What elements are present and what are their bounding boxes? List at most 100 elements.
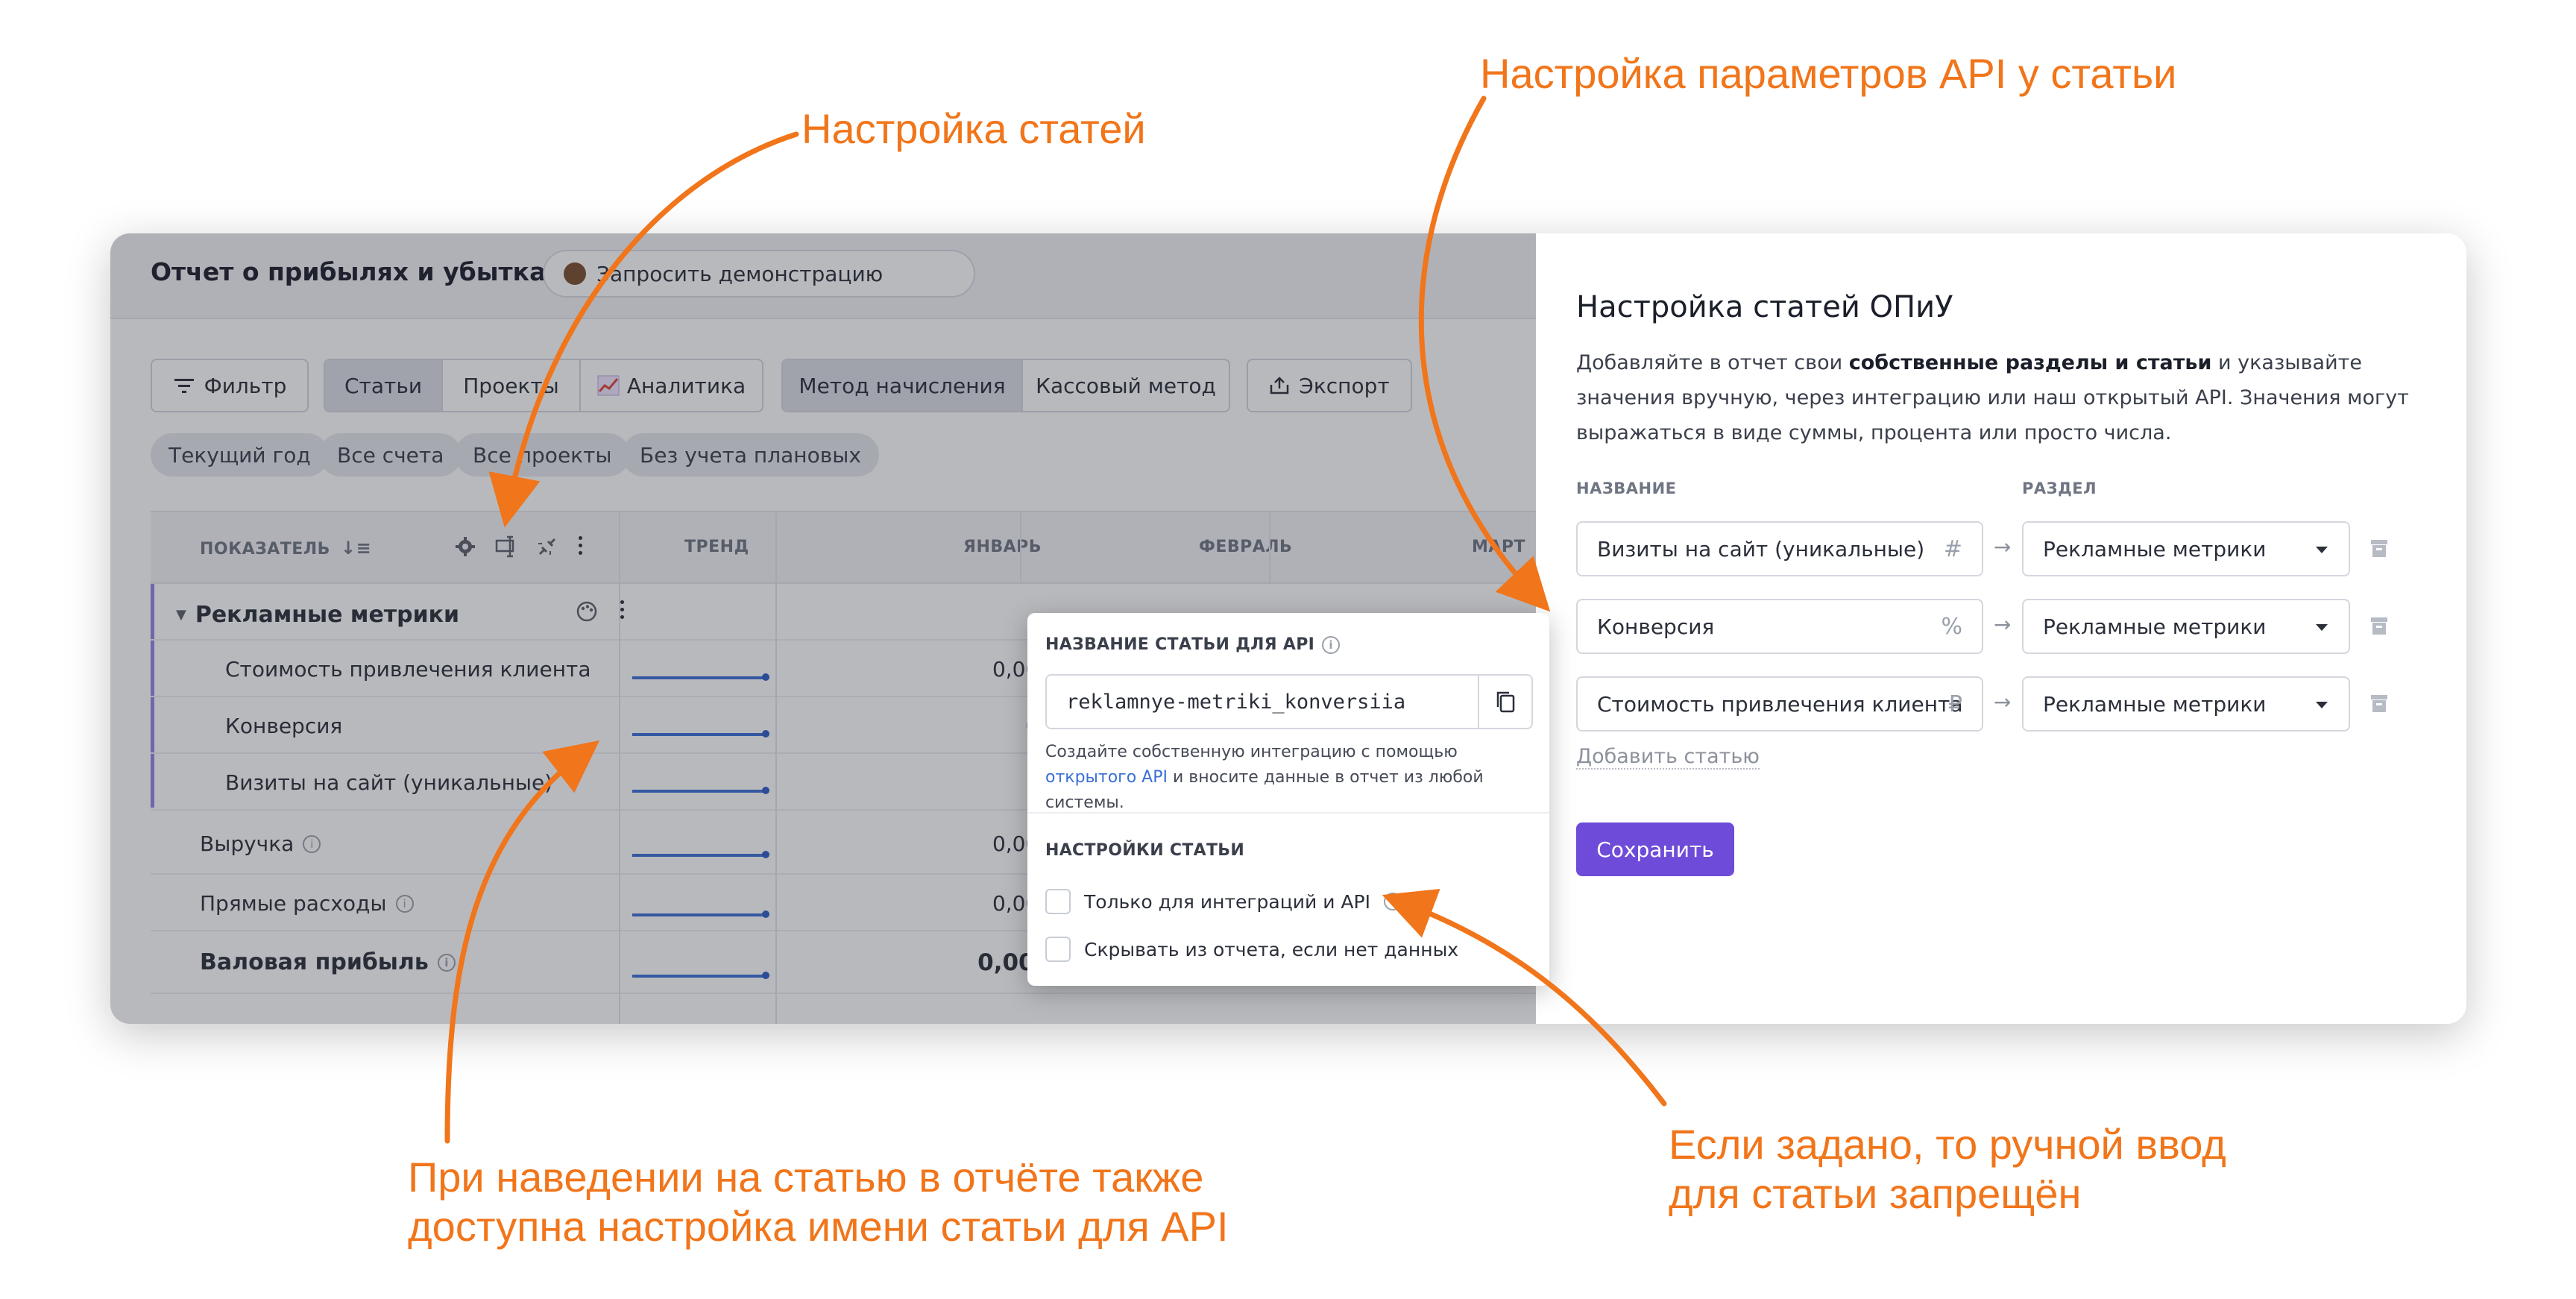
chip-all-accounts[interactable]: Все счета: [319, 433, 462, 476]
col-march: МАРТ: [1472, 538, 1526, 556]
row-label-wrap: Выручка i: [200, 831, 321, 856]
currency-type-icon: ₽: [1947, 691, 1962, 717]
trend-line: [632, 787, 769, 794]
arrow-right-icon: →: [1994, 535, 2012, 559]
item-name-field[interactable]: Визиты на сайт (уникальные) #: [1576, 521, 1983, 576]
arrow-right-icon: →: [1994, 612, 2012, 637]
filter-button[interactable]: Фильтр: [151, 359, 309, 412]
col-section-header: РАЗДЕЛ: [2022, 479, 2097, 497]
method-tabs: Метод начисления Кассовый метод: [781, 359, 1230, 412]
info-icon[interactable]: i: [437, 953, 456, 972]
palette-icon[interactable]: [576, 600, 598, 623]
desc-part-1: Добавляйте в отчет свои: [1576, 351, 1849, 374]
row-label-wrap: Валовая прибыль i: [200, 949, 456, 975]
tab-analytics-label: Аналитика: [626, 373, 746, 398]
row-label: Визиты на сайт (уникальные): [225, 770, 553, 795]
row-label: Стоимость привлечения клиента: [225, 657, 591, 682]
chevron-down-icon: [2316, 702, 2328, 708]
group-label: ▼ Рекламные метрики: [176, 602, 459, 628]
api-name-value: reklamnye-metriki_konversiia: [1066, 690, 1406, 714]
item-name: Визиты на сайт (уникальные): [1597, 536, 1925, 562]
settings-panel: Настройка статей ОПиУ Добавляйте в отчет…: [1514, 233, 2466, 1024]
annotation-hover-line2: доступна настройка имени статьи для API: [408, 1203, 1229, 1250]
row-label: Валовая прибыль: [200, 949, 429, 975]
row-label: Выручка: [200, 831, 295, 856]
api-help-text: Создайте собственную интеграцию с помощь…: [1045, 740, 1537, 816]
option-integrations-only[interactable]: Только для интеграций и API i: [1045, 889, 1402, 914]
checkbox-integrations-only[interactable]: [1045, 889, 1071, 914]
section-select[interactable]: Рекламные метрики: [2022, 676, 2350, 732]
chevron-down-icon: [2316, 624, 2328, 631]
section-value: Рекламные метрики: [2043, 536, 2267, 562]
panel-description: Добавляйте в отчет свои собственные разд…: [1576, 345, 2434, 450]
item-name: Конверсия: [1597, 614, 1715, 639]
tab-cash-method[interactable]: Кассовый метод: [1023, 360, 1229, 411]
tab-analytics[interactable]: Аналитика: [581, 360, 762, 411]
chip-all-projects[interactable]: Все проекты: [455, 433, 630, 476]
col-trend: ТРЕНД: [684, 538, 749, 556]
archive-icon[interactable]: [2369, 538, 2389, 559]
archive-icon[interactable]: [2369, 693, 2389, 714]
help-text-1: Создайте собственную интеграцию с помощь…: [1045, 743, 1458, 761]
group-title: Рекламные метрики: [195, 602, 460, 628]
view-tabs: Статьи Проекты Аналитика: [324, 359, 763, 412]
tab-accrual-method[interactable]: Метод начисления: [783, 360, 1023, 411]
annotation-settings-articles: Настройка статей: [802, 105, 1146, 152]
filter-icon: [174, 379, 194, 393]
table-header: ПОКАЗАТЕЛЬ ↓≡ ТРЕНД ЯНВАРЬ ФЕВРАЛЬ МАРТ: [151, 511, 1536, 584]
col-name-header: НАЗВАНИЕ: [1576, 479, 1677, 497]
col-january: ЯНВАРЬ: [963, 538, 1042, 556]
annotation-hover-line1: При наведении на статью в отчёте также: [408, 1154, 1204, 1201]
chip-without-planned[interactable]: Без учета плановых: [622, 433, 879, 476]
annotation-if-set-line2: для статьи запрещён: [1669, 1170, 2082, 1217]
info-icon[interactable]: i: [1322, 635, 1341, 654]
sort-icon[interactable]: ↓≡: [341, 538, 371, 559]
chevron-down-icon: [2316, 547, 2328, 553]
archive-icon[interactable]: [2369, 615, 2389, 636]
arrow-right-icon: →: [1994, 690, 2012, 714]
request-demo-button[interactable]: Запросить демонстрацию: [543, 250, 975, 298]
unlink-icon[interactable]: [535, 535, 559, 559]
api-name-input[interactable]: reklamnye-metriki_konversiia: [1045, 674, 1533, 729]
option-integrations-only-label: Только для интеграций и API: [1084, 890, 1370, 913]
more-icon[interactable]: [579, 536, 582, 555]
chart-icon: [597, 375, 620, 396]
filter-label: Фильтр: [204, 373, 287, 398]
report-header: Отчет о прибылях и убытках Запросить дем…: [110, 233, 1536, 319]
save-button[interactable]: Сохранить: [1576, 823, 1734, 876]
checkbox-hide-if-empty[interactable]: [1045, 937, 1071, 962]
section-select[interactable]: Рекламные метрики: [2022, 599, 2350, 654]
info-icon[interactable]: i: [303, 834, 321, 853]
number-type-icon: #: [1943, 536, 1962, 562]
chip-current-year[interactable]: Текущий год: [151, 433, 329, 476]
copy-icon: [1496, 691, 1515, 713]
option-hide-if-empty[interactable]: Скрывать из отчета, если нет данных: [1045, 937, 1458, 962]
api-name-heading-label: НАЗВАНИЕ СТАТЬИ ДЛЯ API: [1045, 635, 1315, 654]
tab-articles[interactable]: Статьи: [325, 360, 443, 411]
desc-bold: собственные разделы и статьи: [1848, 351, 2212, 374]
copy-button[interactable]: [1478, 676, 1531, 728]
section-select[interactable]: Рекламные метрики: [2022, 521, 2350, 576]
item-name-field[interactable]: Стоимость привлечения клиента ₽: [1576, 676, 1983, 732]
export-button[interactable]: Экспорт: [1247, 359, 1412, 412]
rename-field-icon[interactable]: [495, 535, 517, 559]
caret-down-icon[interactable]: ▼: [176, 607, 186, 623]
section-value: Рекламные метрики: [2043, 614, 2267, 639]
open-api-link[interactable]: открытого API: [1045, 768, 1168, 787]
info-icon[interactable]: i: [1383, 893, 1402, 910]
section-value: Рекламные метрики: [2043, 691, 2267, 717]
add-item-link[interactable]: Добавить статью: [1576, 745, 1760, 770]
item-name-field[interactable]: Конверсия %: [1576, 599, 1983, 654]
article-settings-heading: НАСТРОЙКИ СТАТЬИ: [1045, 841, 1245, 860]
avatar: [564, 262, 586, 285]
gear-icon[interactable]: [455, 536, 476, 557]
export-icon: [1270, 377, 1289, 394]
trend-line: [632, 730, 769, 737]
col-february: ФЕВРАЛЬ: [1199, 538, 1293, 556]
info-icon[interactable]: i: [395, 894, 414, 913]
api-name-heading: НАЗВАНИЕ СТАТЬИ ДЛЯ API i: [1045, 635, 1341, 654]
tab-projects[interactable]: Проекты: [443, 360, 581, 411]
panel-title: Настройка статей ОПиУ: [1576, 290, 1953, 324]
group-more-icon[interactable]: [620, 600, 624, 619]
col-indicator[interactable]: ПОКАЗАТЕЛЬ ↓≡: [200, 538, 371, 559]
